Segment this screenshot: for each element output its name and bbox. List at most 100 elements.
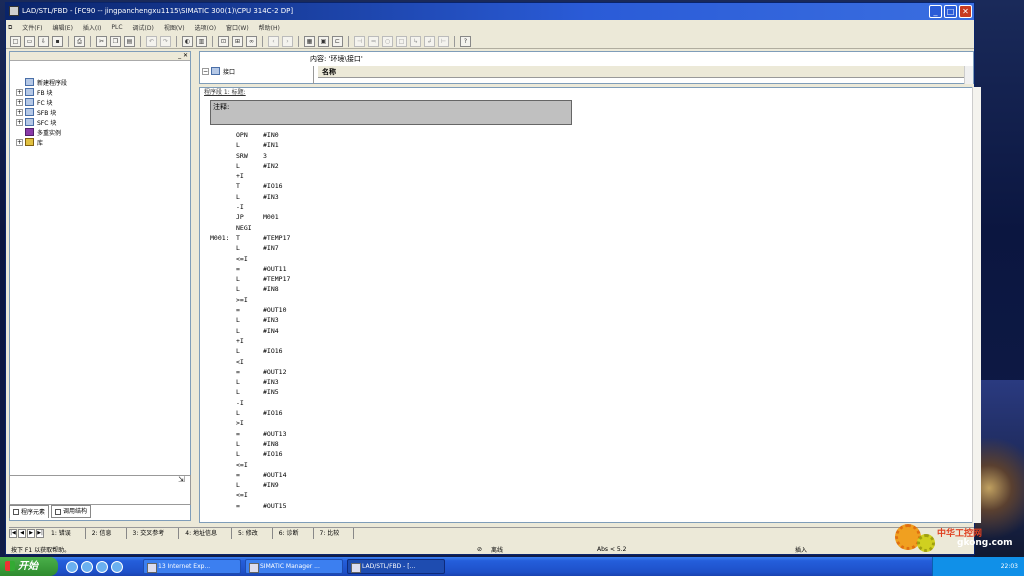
tab-errors[interactable]: 1: 错误 [45,528,86,539]
menu-plc[interactable]: PLC [111,24,122,31]
network-comment[interactable]: 注释: [210,100,572,125]
stl-code[interactable]: OPN #IN0 L #IN1 SRW 3 L #IN2 +I T #IO16 L #IN3 -I JP M0… [210,130,290,511]
code-line[interactable]: = #OUT12 [210,367,290,377]
code-line[interactable]: L #IO16 [210,408,290,418]
task-simatic-manager[interactable]: SIMATIC Manager ... [245,559,343,574]
media-icon[interactable] [96,560,108,573]
menu-file[interactable]: 文件(F) [22,23,42,32]
help-icon[interactable]: ? [460,36,471,47]
tab-address-info[interactable]: 4: 地址信息 [179,528,232,539]
code-line[interactable]: -I [210,398,290,408]
code-line[interactable]: L #IO16 [210,449,290,459]
code-line[interactable]: SRW 3 [210,151,290,161]
tab-info[interactable]: 2: 信息 [86,528,127,539]
code-line[interactable]: L #IN5 [210,387,290,397]
glasses-icon[interactable]: ∞ [246,36,257,47]
code-line[interactable]: L #IN8 [210,284,290,294]
editor-scrollbar[interactable] [972,87,981,523]
expand-icon[interactable]: + [16,118,23,126]
tree-item[interactable]: + SFC 块 [16,117,67,127]
network-title[interactable]: 程序段 1: 标题: [204,88,246,96]
code-line[interactable]: <=I [210,254,290,264]
code-line[interactable]: M001: T #TEMP17 [210,233,290,243]
download-icon[interactable]: ⇩ [38,36,49,47]
branch-icon[interactable]: ⊏ [332,36,343,47]
tab-program-elements[interactable]: 程序元素 [9,505,50,518]
tab-diagnostics[interactable]: 6: 诊断 [273,528,314,539]
open-icon[interactable]: ▭ [24,36,35,47]
code-line[interactable]: L #IN3 [210,377,290,387]
browser-icon[interactable] [111,560,123,573]
overview-icon[interactable]: ▦ [304,36,315,47]
tab-last-icon[interactable]: ▶| [36,529,44,538]
tree-item[interactable]: 多重实例 [16,127,67,137]
menu-insert[interactable]: 插入(I) [83,23,101,32]
open-branch-icon[interactable]: ↳ [410,36,421,47]
tree-item[interactable]: + 库 [16,137,67,147]
tree-item[interactable]: 新建程序段 [16,77,67,87]
tab-call-structure[interactable]: 调用结构 [51,505,92,518]
tab-prev-icon[interactable]: ◀ [18,529,26,538]
interface-scrollbar[interactable] [964,66,973,84]
connection-icon[interactable]: ⊢ [438,36,449,47]
menu-view[interactable]: 视图(V) [164,23,185,32]
coil-icon[interactable]: ○ [382,36,393,47]
clock[interactable]: 22:03 [1001,563,1018,570]
nav-forward-icon[interactable]: › [282,36,293,47]
resize-grip-icon[interactable]: ⇲ [178,475,185,484]
code-line[interactable]: = #OUT10 [210,305,290,315]
ie-icon[interactable] [81,560,93,573]
tree-item[interactable]: + FC 块 [16,97,67,107]
start-button[interactable]: 开始 [0,557,58,576]
code-line[interactable]: L #IN8 [210,439,290,449]
code-line[interactable]: = #OUT14 [210,470,290,480]
tree-item[interactable]: + FB 块 [16,87,67,97]
code-line[interactable]: = #OUT13 [210,429,290,439]
code-line[interactable]: JP M001 [210,212,290,222]
tab-next-icon[interactable]: ▶ [27,529,35,538]
chart-icon[interactable]: ▥ [196,36,207,47]
menu-window[interactable]: 窗口(W) [226,23,249,32]
save-icon[interactable]: ▪ [52,36,63,47]
code-line[interactable]: L #IN9 [210,480,290,490]
code-line[interactable]: = #OUT11 [210,264,290,274]
code-line[interactable]: OPN #IN0 [210,130,290,140]
code-line[interactable]: L #IO16 [210,346,290,356]
code-line[interactable]: >I [210,418,290,428]
close-branch-icon[interactable]: ↲ [424,36,435,47]
nc-contact-icon[interactable]: ⫤ [368,36,379,47]
code-line[interactable]: L #TEMP17 [210,274,290,284]
minimize-button[interactable]: _ [929,5,942,18]
code-line[interactable]: +I [210,336,290,346]
pane-close-icon[interactable]: _ ✕ [178,52,188,59]
code-line[interactable]: -I [210,202,290,212]
code-line[interactable]: L #IN3 [210,315,290,325]
code-line[interactable]: <=I [210,490,290,500]
details-icon[interactable]: ▣ [318,36,329,47]
tab-first-icon[interactable]: |◀ [9,529,17,538]
tab-compare[interactable]: 7: 比较 [314,528,355,539]
menu-edit[interactable]: 编辑(E) [52,23,72,32]
interface-node[interactable]: − 接口 [202,66,313,76]
tab-cross-reference[interactable]: 3: 交叉参考 [127,528,180,539]
network-icon[interactable]: ⊞ [232,36,243,47]
code-line[interactable]: <=I [210,460,290,470]
code-line[interactable]: = #OUT15 [210,501,290,511]
copy-icon[interactable]: ❐ [110,36,121,47]
expand-icon[interactable]: + [16,108,23,116]
code-line[interactable]: L #IN2 [210,161,290,171]
stl-editor[interactable]: 程序段 1: 标题: 注释: OPN #IN0 L #IN1 SRW 3 L #IN2 +I T #… [199,87,974,523]
collapse-icon[interactable]: − [202,67,209,75]
expand-icon[interactable]: + [16,88,23,96]
undo-icon[interactable]: ↶ [146,36,157,47]
code-line[interactable]: <I [210,357,290,367]
code-line[interactable]: L #IN1 [210,140,290,150]
code-line[interactable]: T #IO16 [210,181,290,191]
task-internet-explorer[interactable]: 13 Internet Exp... [143,559,241,574]
code-line[interactable]: +I [210,171,290,181]
insert-network-icon[interactable]: ⊡ [218,36,229,47]
tree-item[interactable]: + SFB 块 [16,107,67,117]
empty-box-icon[interactable]: □ [396,36,407,47]
paste-icon[interactable]: ▤ [124,36,135,47]
monitor-icon[interactable]: ◐ [182,36,193,47]
